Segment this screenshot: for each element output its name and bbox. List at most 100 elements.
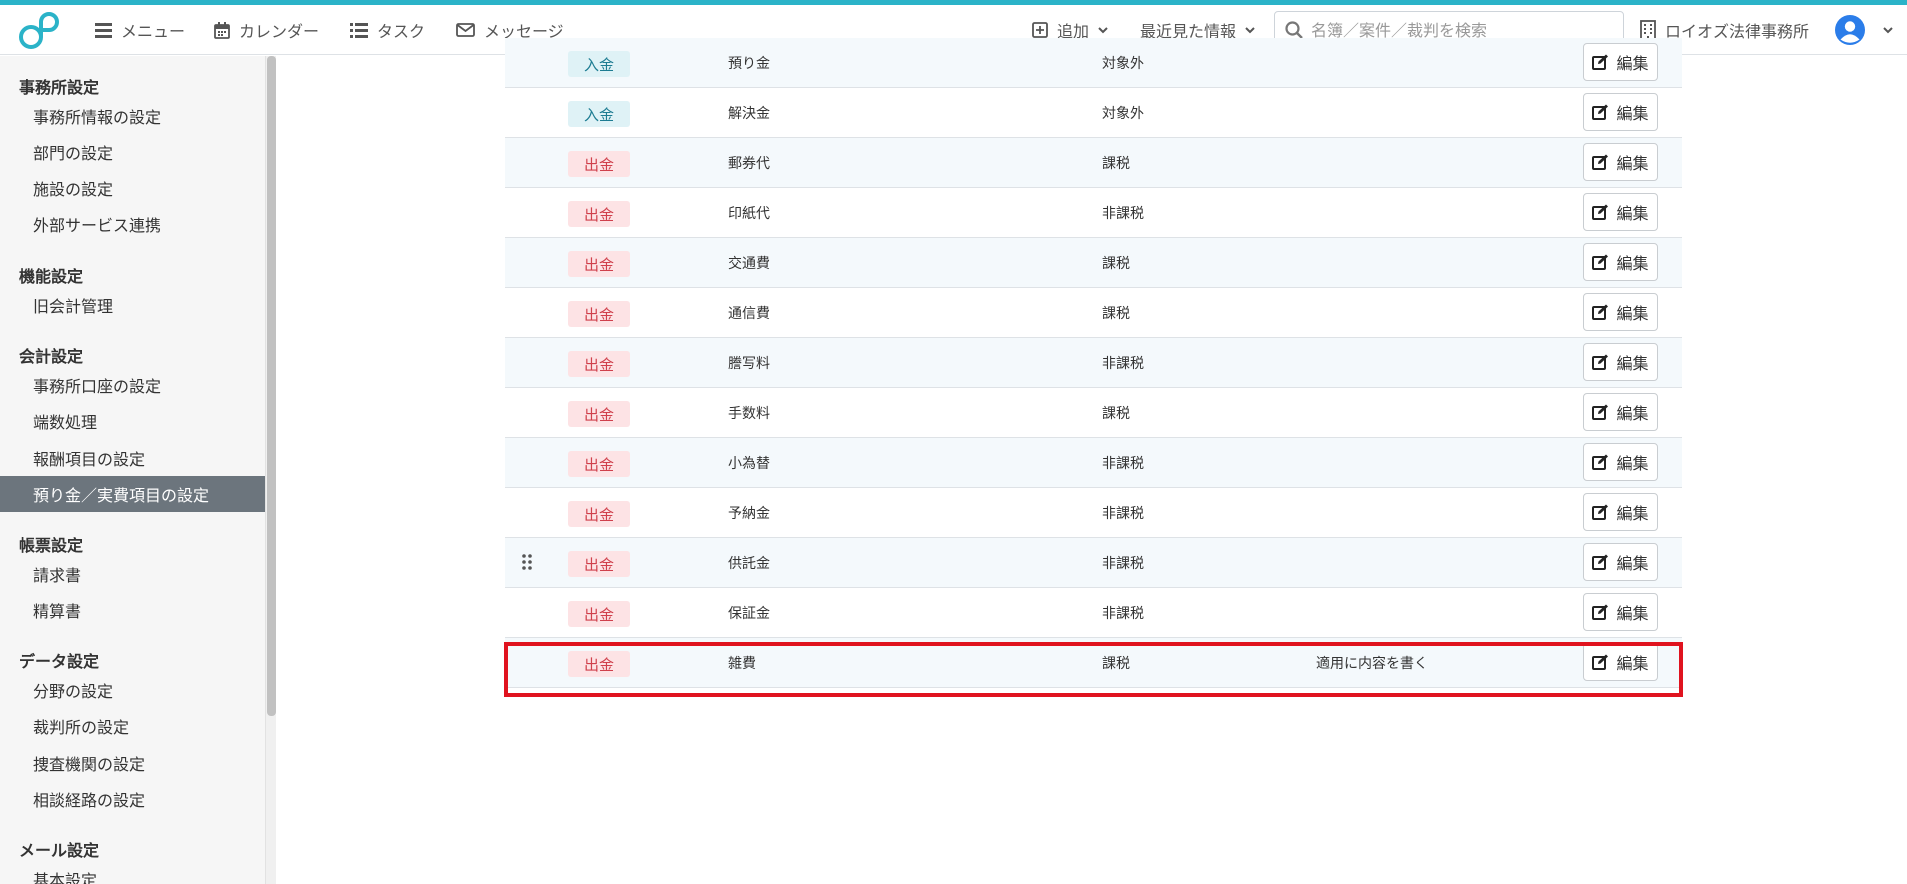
office-name: ロイオズ法律事務所 bbox=[1665, 22, 1810, 41]
tax-category: 課税 bbox=[1102, 406, 1130, 422]
table-row: 出金 保証金 非課税 編集 bbox=[505, 588, 1682, 638]
edit-button[interactable]: 編集 bbox=[1583, 593, 1658, 631]
edit-button[interactable]: 編集 bbox=[1583, 143, 1658, 181]
edit-icon bbox=[1592, 354, 1609, 370]
sidebar-item-investigative-agencies[interactable]: 捜査機関の設定 bbox=[0, 745, 265, 781]
edit-button[interactable]: 編集 bbox=[1583, 493, 1658, 531]
income-badge: 入金 bbox=[568, 101, 630, 127]
nav-menu[interactable]: メニュー bbox=[95, 5, 185, 55]
table-row: 出金 交通費 課税 編集 bbox=[505, 238, 1682, 288]
chevron-down-icon bbox=[1098, 26, 1108, 33]
sidebar-item-deposit-expense-items[interactable]: 預り金／実費項目の設定 bbox=[0, 476, 265, 512]
edit-icon bbox=[1592, 504, 1609, 520]
tax-category: 課税 bbox=[1102, 306, 1130, 322]
edit-button[interactable]: 編集 bbox=[1583, 393, 1658, 431]
edit-button[interactable]: 編集 bbox=[1583, 243, 1658, 281]
edit-button-label: 編集 bbox=[1616, 256, 1649, 273]
user-menu[interactable] bbox=[1835, 5, 1893, 55]
table-row: 出金 手数料 課税 編集 bbox=[505, 388, 1682, 438]
sidebar-heading-data: データ設定 bbox=[19, 652, 100, 671]
edit-button-label: 編集 bbox=[1616, 456, 1649, 473]
edit-button[interactable]: 編集 bbox=[1583, 193, 1658, 231]
edit-button[interactable]: 編集 bbox=[1583, 293, 1658, 331]
tax-category: 非課税 bbox=[1102, 506, 1144, 522]
item-name: 予納金 bbox=[728, 506, 770, 522]
sidebar-item-office-accounts[interactable]: 事務所口座の設定 bbox=[0, 367, 265, 403]
tax-category: 課税 bbox=[1102, 656, 1130, 672]
expense-badge: 出金 bbox=[568, 601, 630, 627]
sidebar-heading-forms: 帳票設定 bbox=[19, 536, 84, 555]
table-row: 出金 供託金 非課税 編集 bbox=[505, 538, 1682, 588]
tax-category: 非課税 bbox=[1102, 456, 1144, 472]
edit-button-label: 編集 bbox=[1616, 356, 1649, 373]
edit-button[interactable]: 編集 bbox=[1583, 343, 1658, 381]
expense-badge: 出金 bbox=[568, 351, 630, 377]
nav-menu-label: メニュー bbox=[121, 22, 186, 41]
edit-button[interactable]: 編集 bbox=[1583, 643, 1658, 681]
plus-square-icon bbox=[1032, 22, 1048, 38]
search-input[interactable] bbox=[1311, 20, 1611, 40]
nav-task-label: タスク bbox=[377, 22, 426, 41]
item-name: 預り金 bbox=[728, 56, 770, 72]
edit-button[interactable]: 編集 bbox=[1583, 93, 1658, 131]
edit-button[interactable]: 編集 bbox=[1583, 443, 1658, 481]
edit-icon bbox=[1592, 554, 1609, 570]
item-name: 供託金 bbox=[728, 556, 770, 572]
item-name: 解決金 bbox=[728, 106, 770, 122]
expense-badge: 出金 bbox=[568, 651, 630, 677]
tax-category: 対象外 bbox=[1102, 106, 1144, 122]
nav-calendar-label: カレンダー bbox=[239, 22, 320, 41]
table-row: 出金 小為替 非課税 編集 bbox=[505, 438, 1682, 488]
item-name: 手数料 bbox=[728, 406, 770, 422]
edit-button[interactable]: 編集 bbox=[1583, 43, 1658, 81]
edit-button[interactable]: 編集 bbox=[1583, 543, 1658, 581]
loioz-logo-icon[interactable] bbox=[18, 10, 60, 52]
chevron-down-icon bbox=[1245, 26, 1255, 33]
settings-sidebar: 事務所設定 事務所情報の設定 部門の設定 施設の設定 外部サービス連携 機能設定… bbox=[0, 56, 266, 884]
sidebar-scrollbar[interactable] bbox=[266, 56, 276, 884]
table-row: 出金 雑費 課税 適用に内容を書く 編集 bbox=[505, 638, 1682, 688]
sidebar-item-consultation-routes[interactable]: 相談経路の設定 bbox=[0, 781, 265, 817]
nav-task[interactable]: タスク bbox=[350, 5, 425, 55]
edit-icon bbox=[1592, 604, 1609, 620]
sidebar-item-settlement[interactable]: 精算書 bbox=[0, 592, 265, 628]
sidebar-item-invoice[interactable]: 請求書 bbox=[0, 556, 265, 592]
chevron-down-icon bbox=[1883, 26, 1893, 33]
expense-badge: 出金 bbox=[568, 251, 630, 277]
edit-button-label: 編集 bbox=[1616, 56, 1649, 73]
edit-button-label: 編集 bbox=[1616, 106, 1649, 123]
edit-icon bbox=[1592, 254, 1609, 270]
sidebar-item-mail-basic[interactable]: 基本設定 bbox=[0, 861, 265, 884]
edit-button-label: 編集 bbox=[1616, 406, 1649, 423]
item-name: 郵券代 bbox=[728, 156, 770, 172]
sidebar-item-fee-items[interactable]: 報酬項目の設定 bbox=[0, 440, 265, 476]
drag-handle-icon[interactable] bbox=[522, 554, 532, 574]
edit-button-label: 編集 bbox=[1616, 656, 1649, 673]
sidebar-item-courts[interactable]: 裁判所の設定 bbox=[0, 708, 265, 744]
sidebar-item-departments[interactable]: 部門の設定 bbox=[0, 134, 265, 170]
sidebar-item-external-services[interactable]: 外部サービス連携 bbox=[0, 206, 265, 242]
nav-calendar[interactable]: カレンダー bbox=[214, 5, 319, 55]
sidebar-heading-features: 機能設定 bbox=[19, 267, 84, 286]
sidebar-item-fields[interactable]: 分野の設定 bbox=[0, 672, 265, 708]
task-list-icon bbox=[350, 22, 368, 38]
expense-badge: 出金 bbox=[568, 201, 630, 227]
expense-badge: 出金 bbox=[568, 151, 630, 177]
table-row: 出金 謄写料 非課税 編集 bbox=[505, 338, 1682, 388]
income-badge: 入金 bbox=[568, 51, 630, 77]
edit-icon bbox=[1592, 154, 1609, 170]
item-name: 雑費 bbox=[728, 656, 756, 672]
edit-icon bbox=[1592, 204, 1609, 220]
sidebar-item-rounding[interactable]: 端数処理 bbox=[0, 403, 265, 439]
search-icon bbox=[1285, 21, 1303, 39]
sidebar-scrollbar-thumb[interactable] bbox=[267, 56, 276, 716]
sidebar-item-facilities[interactable]: 施設の設定 bbox=[0, 170, 265, 206]
item-name: 小為替 bbox=[728, 456, 770, 472]
item-name: 通信費 bbox=[728, 306, 770, 322]
table-row: 出金 郵券代 課税 編集 bbox=[505, 138, 1682, 188]
expense-badge: 出金 bbox=[568, 301, 630, 327]
sidebar-item-legacy-accounting[interactable]: 旧会計管理 bbox=[0, 287, 265, 323]
sidebar-item-office-info[interactable]: 事務所情報の設定 bbox=[0, 98, 265, 134]
item-note: 適用に内容を書く bbox=[1316, 656, 1428, 672]
table-row: 出金 通信費 課税 編集 bbox=[505, 288, 1682, 338]
